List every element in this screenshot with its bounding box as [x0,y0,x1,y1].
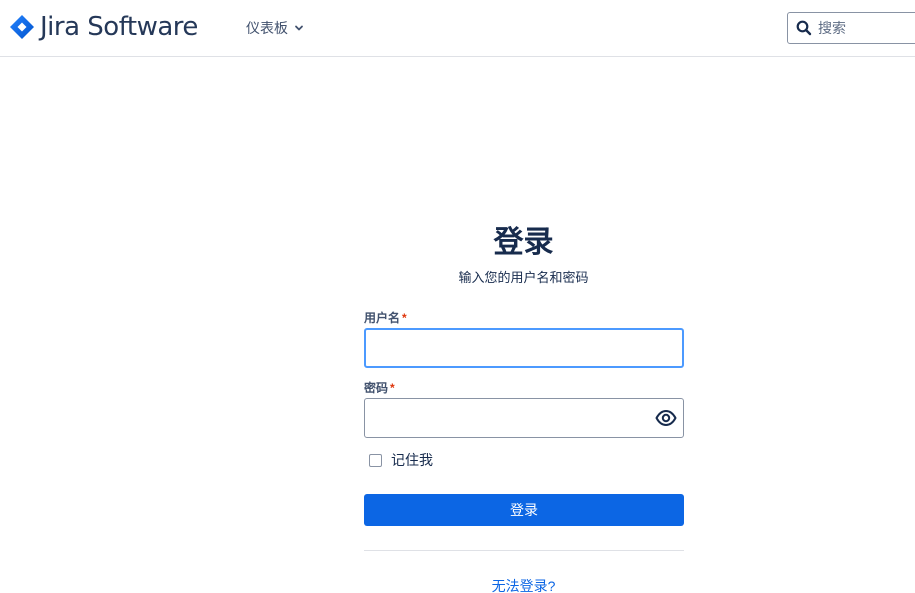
divider [364,550,684,551]
top-navigation-bar: Jira Software 仪表板 [0,0,915,57]
username-label-text: 用户名 [364,311,401,325]
jira-logo-icon [10,15,34,39]
eye-icon[interactable] [655,408,677,428]
nav-dashboards-dropdown[interactable]: 仪表板 [246,18,304,38]
required-mark: * [390,381,395,395]
password-label-text: 密码 [364,381,389,395]
jira-logo[interactable]: Jira Software [9,13,198,41]
remember-me-label[interactable]: 记住我 [391,450,433,470]
chevron-down-icon [295,25,303,31]
password-field-wrapper [364,398,684,438]
username-field[interactable] [366,330,682,366]
username-label: 用户名 * [364,309,407,326]
password-label: 密码 * [364,379,395,396]
remember-me: 记住我 [369,450,433,470]
remember-me-checkbox[interactable] [369,453,382,467]
login-button[interactable]: 登录 [364,494,684,526]
login-subtitle: 输入您的用户名和密码 [458,270,589,285]
cant-login-link[interactable]: 无法登录? [0,576,915,593]
username-field-wrapper [364,328,684,368]
search-box[interactable] [787,12,915,44]
search-icon [796,20,812,36]
nav-dashboards-label: 仪表板 [246,20,288,36]
page-title: 登录 [493,225,554,260]
required-mark: * [402,311,407,325]
password-field[interactable] [365,399,683,437]
search-input[interactable] [818,20,915,36]
brand-name: Jira Software [40,12,198,42]
